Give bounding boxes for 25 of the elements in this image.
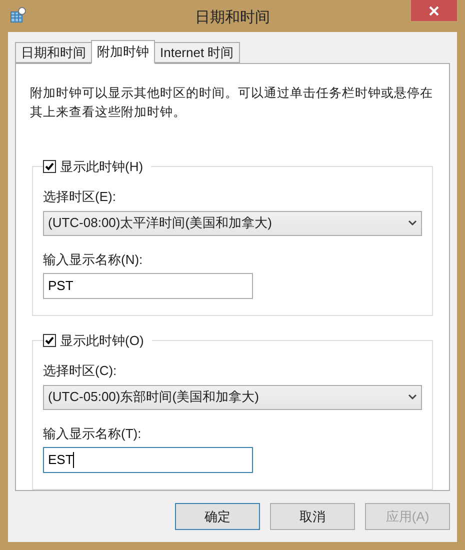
checkbox-label: 显示此时钟(H)	[60, 158, 144, 176]
field-label: 选择时区(E):	[43, 188, 117, 206]
dialog-button[interactable]: 取消	[270, 503, 355, 530]
chevron-down-icon	[408, 394, 417, 400]
field-label: 输入显示名称(N):	[43, 250, 144, 269]
close-button[interactable]	[411, 0, 457, 21]
chevron-down-icon	[408, 220, 417, 226]
dialog-button[interactable]: 确定	[175, 503, 260, 530]
checkbox[interactable]	[43, 160, 56, 174]
calendar-clock-icon	[10, 7, 26, 23]
input-field[interactable]: EST	[43, 447, 253, 473]
tab[interactable]: Internet 时间	[154, 42, 240, 63]
input-field[interactable]: PST	[43, 273, 253, 299]
timezone-dropdown[interactable]: (UTC-08:00)太平洋时间(美国和加拿大)	[43, 210, 422, 236]
timezone-dropdown[interactable]: (UTC-05:00)东部时间(美国和加拿大)	[43, 384, 422, 410]
checkbox-label: 显示此时钟(O)	[60, 332, 144, 350]
checkbox[interactable]	[43, 334, 56, 348]
tab[interactable]: 附加时钟	[91, 40, 155, 64]
field-label: 输入显示名称(T):	[43, 424, 142, 443]
description-text: 附加时钟可以显示其他时区的时间。可以通过单击任务栏时钟或悬停在其上来查看这些附加时钟。	[30, 85, 434, 121]
tab[interactable]: 日期和时间	[15, 42, 92, 63]
close-icon	[429, 6, 439, 16]
field-label: 选择时区(C):	[43, 362, 118, 380]
text-cursor	[73, 452, 74, 468]
window-title: 日期和时间	[194, 8, 271, 28]
